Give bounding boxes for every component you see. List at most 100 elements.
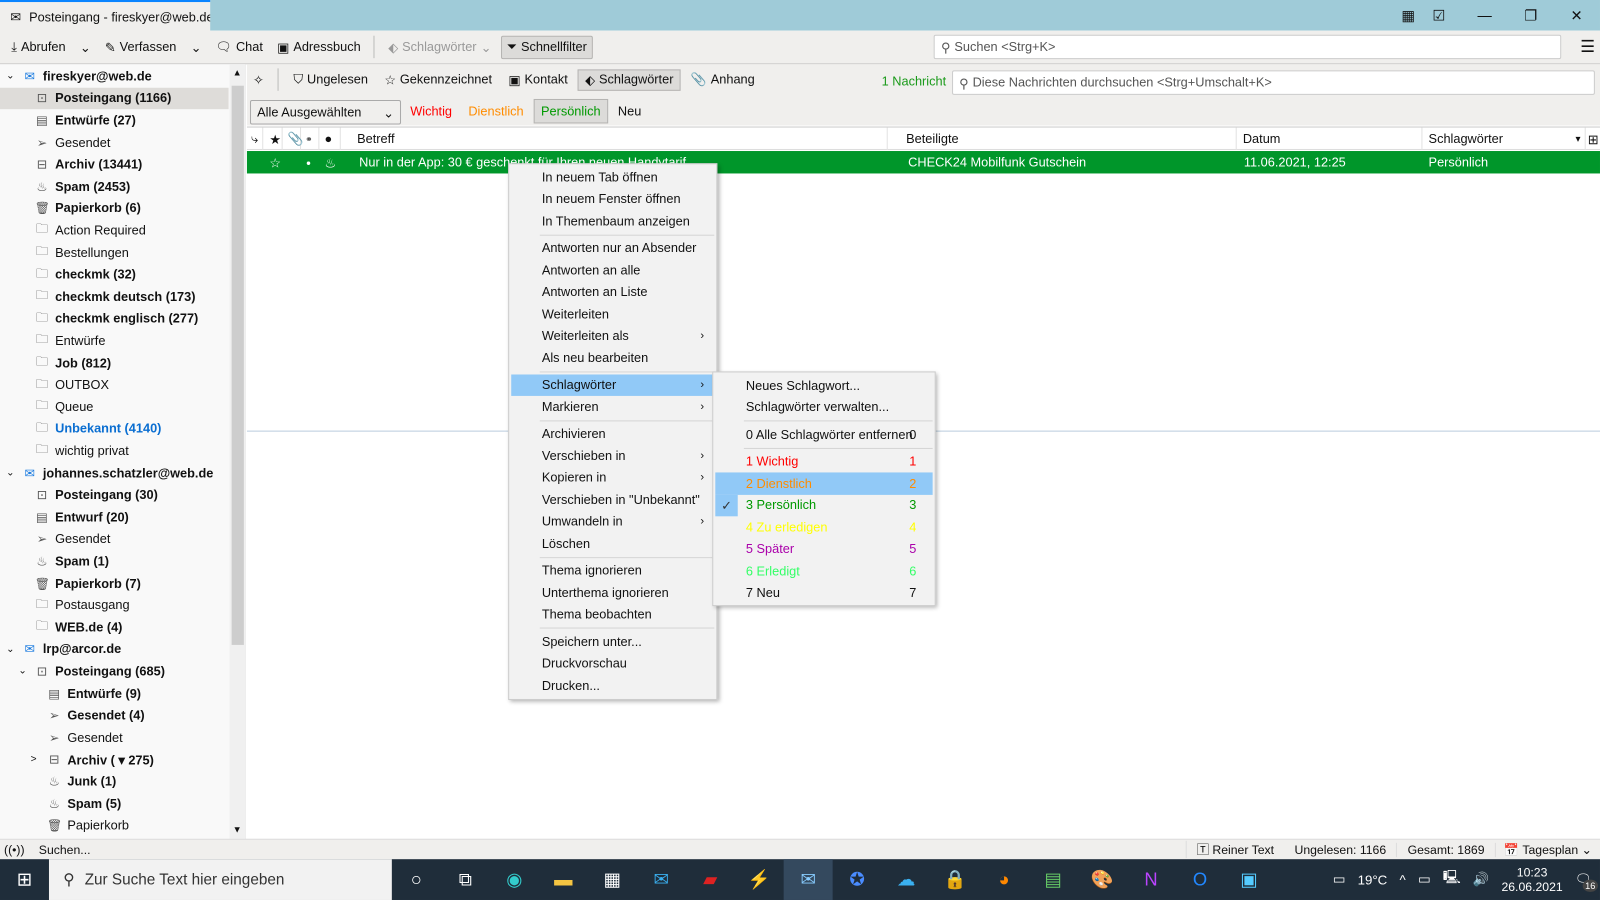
menu-item[interactable]: Neues Schlagwort...	[715, 374, 932, 396]
folder-item[interactable]: ♨ Junk (1)	[0, 771, 229, 793]
filter-tags[interactable]: ⬖ Schlagwörter	[577, 68, 681, 91]
battery-icon[interactable]: ▭	[1418, 871, 1431, 887]
file-explorer-icon[interactable]: ▬	[539, 859, 588, 900]
menu-item[interactable]: 5 Später 5	[715, 538, 932, 560]
folder-item[interactable]: 🗀 Queue	[0, 396, 229, 418]
menu-item[interactable]: Weiterleiten als ›	[511, 325, 714, 347]
menu-item[interactable]: Markieren ›	[511, 396, 714, 418]
folder-item[interactable]: 🗀 WEB.de (4)	[0, 616, 229, 638]
folder-item[interactable]: 🗀 Postausgang	[0, 594, 229, 616]
star-icon[interactable]: ☆	[269, 151, 280, 173]
menu-item[interactable]: 7 Neu 7	[715, 582, 932, 604]
quickfilter-button[interactable]: ⏷ Schnellfilter	[500, 35, 594, 59]
app-icon[interactable]: ✪	[833, 859, 882, 900]
menu-item[interactable]: Umwandeln in ›	[511, 511, 714, 533]
folder-item[interactable]: 🗑 Papierkorb (6)	[0, 198, 229, 220]
folder-item[interactable]: ⊟ Archiv (13441)	[0, 153, 229, 175]
taskbar-search-input[interactable]: ⚲ Zur Suche Text hier eingeben	[48, 859, 392, 900]
menu-item[interactable]: Antworten an Liste	[511, 281, 714, 303]
weather-text[interactable]: 19°C	[1358, 872, 1388, 887]
online-status-icon[interactable]: ((•))	[0, 842, 29, 856]
folder-item[interactable]: ➢ Gesendet (4)	[0, 704, 229, 726]
twisty-icon[interactable]: >	[31, 754, 41, 765]
junk-column-icon[interactable]: ●	[320, 127, 341, 150]
folder-item[interactable]: ⊡ Posteingang (1166)	[0, 87, 229, 110]
correspondents-column[interactable]: Beteiligte	[900, 127, 1237, 150]
filter-attachment[interactable]: 📎 Anhang	[685, 70, 761, 89]
addressbook-button[interactable]: ▣ Adressbuch	[272, 36, 366, 57]
folder-item[interactable]: ⌄ ✉ johannes.schatzler@web.de	[0, 462, 229, 484]
folder-item[interactable]: > ⊟ Archiv ( ▾ 275)	[0, 749, 229, 771]
thunderbird-icon[interactable]: ✉	[783, 859, 833, 900]
menu-item[interactable]: In Themenbaum anzeigen	[511, 210, 714, 232]
folder-item[interactable]: 🗀 checkmk deutsch (173)	[0, 286, 229, 308]
tag-mode-select[interactable]: Alle Ausgewählten ⌄	[249, 99, 402, 125]
folder-item[interactable]: ⌄ ✉ lrp@arcor.de	[0, 638, 229, 660]
pdf-icon[interactable]: ▰	[686, 859, 735, 900]
menu-item[interactable]: Archivieren	[511, 423, 714, 445]
menu-item[interactable]: 2 Dienstlich 2	[715, 472, 933, 495]
folder-item[interactable]: ♨ Spam (5)	[0, 793, 229, 815]
date-column[interactable]: Datum	[1237, 127, 1423, 150]
folder-item[interactable]: 🗀 OUTBOX	[0, 374, 229, 396]
sticky-filter-button[interactable]: ✧	[247, 70, 270, 89]
filter-contact[interactable]: ▣ Kontakt	[502, 70, 574, 89]
paint-icon[interactable]: 🎨	[1078, 859, 1127, 900]
write-button[interactable]: ✎ Verfassen	[100, 36, 182, 57]
menu-item[interactable]: Verschieben in ›	[511, 445, 714, 467]
tasks-icon[interactable]: ☑	[1416, 0, 1461, 31]
folder-item[interactable]: 🗑 Papierkorb	[0, 815, 229, 837]
folder-item[interactable]: 🗀 Entwürfe	[0, 330, 229, 352]
filter-starred[interactable]: ☆ Gekennzeichnet	[378, 70, 498, 89]
read-column-icon[interactable]: ⚭	[302, 127, 320, 150]
folder-item[interactable]: 🗀 Action Required	[0, 220, 229, 242]
chat-button[interactable]: 🗨 Chat	[211, 36, 268, 57]
folder-item[interactable]: ⊡ Posteingang (30)	[0, 484, 229, 506]
network-icon[interactable]: 🖳	[1443, 868, 1461, 890]
menu-item[interactable]: Kopieren in ›	[511, 467, 714, 489]
menu-item[interactable]: 4 Zu erledigen 4	[715, 516, 932, 538]
filter-unread[interactable]: ⛉ Ungelesen	[287, 70, 374, 89]
menu-item[interactable]: Speichern unter...	[511, 631, 714, 653]
menu-item[interactable]: Als neu bearbeiten	[511, 347, 714, 369]
folder-item[interactable]: ➢ Gesendet	[0, 528, 229, 550]
scroll-up-arrow[interactable]: ▲	[233, 67, 242, 77]
windows-start-icon[interactable]: ⊞	[0, 859, 49, 900]
write-dropdown[interactable]: ⌄	[186, 36, 207, 57]
network-tool-icon[interactable]: ⚡	[735, 859, 784, 900]
column-picker-icon[interactable]: ⊞	[1586, 128, 1600, 150]
folder-item[interactable]: 🗀 wichtig privat	[0, 440, 229, 462]
read-status-icon[interactable]: ●	[306, 151, 311, 173]
subject-column[interactable]: Betreff	[351, 127, 888, 150]
today-pane-button[interactable]: 📅 Tagesplan ⌄	[1494, 842, 1600, 857]
onenote-icon[interactable]: N	[1127, 859, 1176, 900]
twisty-icon[interactable]: ⌄	[6, 71, 16, 82]
mail-icon[interactable]: ✉	[637, 859, 686, 900]
presentation-icon[interactable]: ▣	[1224, 859, 1273, 900]
tag-filter-persönlich[interactable]: Persönlich	[533, 98, 608, 124]
menu-item[interactable]: ✓ 3 Persönlich 3	[715, 494, 932, 517]
menu-item[interactable]: Antworten an alle	[511, 259, 714, 281]
news-icon[interactable]: ▭	[1333, 871, 1346, 887]
get-messages-dropdown[interactable]: ⌄	[75, 36, 96, 57]
menu-item[interactable]: Weiterleiten	[511, 303, 714, 325]
twisty-icon[interactable]: ⌄	[6, 467, 16, 478]
folder-item[interactable]: ▤ Entwurf (20)	[0, 506, 229, 528]
menu-item[interactable]: 6 Erledigt 6	[715, 560, 932, 582]
folder-item[interactable]: ⌄ ⊡ Posteingang (685)	[0, 660, 229, 682]
thread-column-icon[interactable]: ⤷	[247, 127, 264, 150]
cloud-icon[interactable]: ☁	[882, 859, 931, 900]
get-messages-button[interactable]: ⤓ Abrufen	[6, 36, 71, 57]
tags-button[interactable]: ⬖ Schlagwörter ⌄	[383, 36, 496, 57]
tags-column[interactable]: Schlagwörter ▾	[1422, 127, 1586, 150]
attachment-column-icon[interactable]: 📎	[284, 127, 304, 150]
junk-icon[interactable]: ♨	[324, 151, 335, 173]
message-row[interactable]: ☆ ● ♨ Nur in der App: 30 € geschenkt für…	[246, 151, 1600, 174]
menu-item[interactable]: 1 Wichtig 1	[715, 451, 932, 473]
menu-item[interactable]: In neuem Tab öffnen	[511, 166, 714, 188]
format-indicator[interactable]: 🅃 Reiner Text	[1185, 840, 1284, 859]
folder-item[interactable]: 🗀 Job (812)	[0, 352, 229, 374]
folder-item[interactable]: ➢ Gesendet	[0, 131, 229, 153]
firefox-icon[interactable]: ◕	[980, 859, 1029, 900]
folder-item[interactable]: ➢ Gesendet	[0, 727, 229, 749]
